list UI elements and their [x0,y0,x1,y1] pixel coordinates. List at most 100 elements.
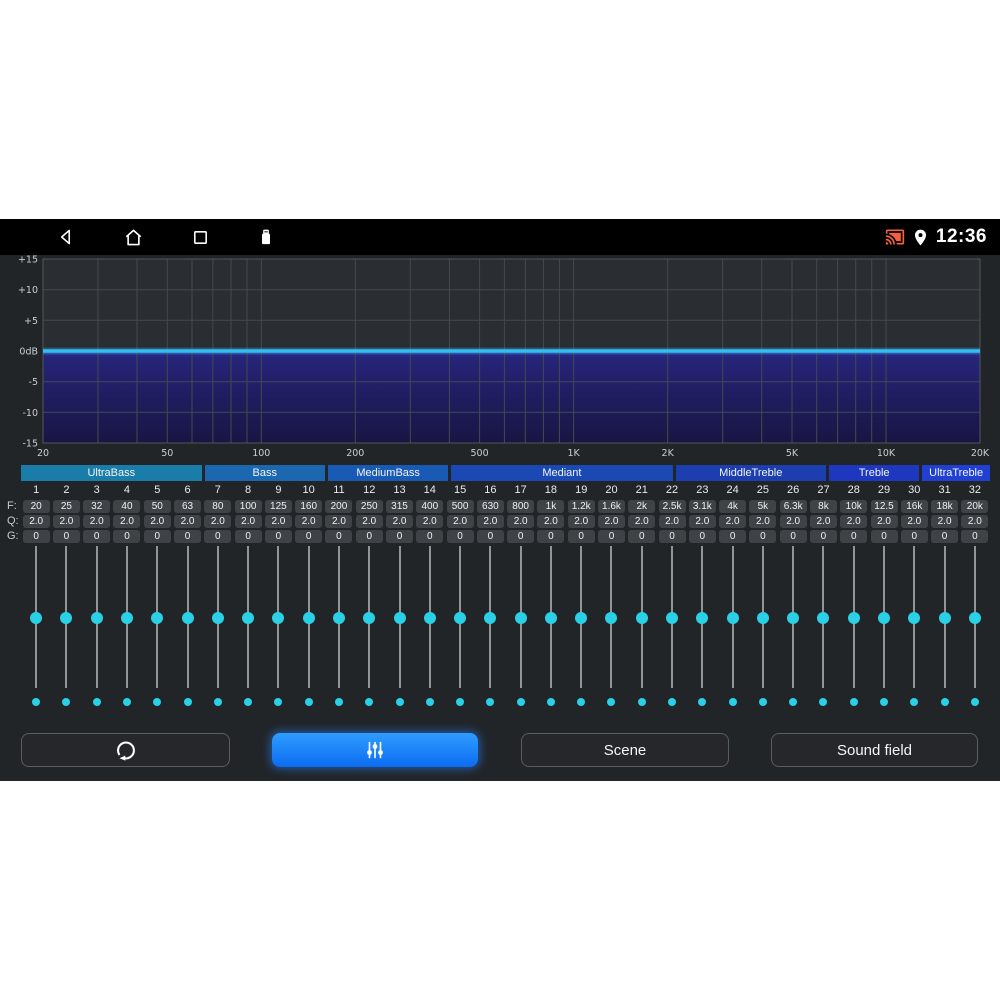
band-dot[interactable] [940,698,949,706]
slider-thumb[interactable] [332,612,345,624]
gain-slider[interactable] [536,546,566,688]
back-icon[interactable] [55,226,77,248]
gain-slider[interactable] [445,546,475,688]
band-dot[interactable] [365,698,374,706]
band-dot[interactable] [183,698,192,706]
band-dot[interactable] [92,698,101,706]
gain-slider[interactable] [596,546,626,688]
band-dot[interactable] [516,698,525,706]
gain-slider[interactable] [82,546,112,688]
gain-slider[interactable] [627,546,657,688]
gain-slider[interactable] [294,546,324,688]
band-dot[interactable] [425,698,434,706]
gain-slider[interactable] [778,546,808,688]
scene-button[interactable]: Scene [521,733,729,767]
gain-slider[interactable] [112,546,142,688]
gain-slider[interactable] [960,546,990,688]
gain-slider[interactable] [717,546,747,688]
band-dot[interactable] [668,698,677,706]
band-dot[interactable] [274,698,283,706]
slider-thumb[interactable] [847,612,860,624]
slider-thumb[interactable] [484,612,497,624]
gain-slider[interactable] [808,546,838,688]
slider-thumb[interactable] [605,612,618,624]
band-dot[interactable] [122,698,131,706]
band-dot[interactable] [819,698,828,706]
band-dot[interactable] [789,698,798,706]
slider-thumb[interactable] [120,612,133,624]
gain-slider[interactable] [415,546,445,688]
equalizer-tab-button[interactable] [272,733,478,767]
slider-thumb[interactable] [544,612,557,624]
slider-thumb[interactable] [60,612,73,624]
gain-slider[interactable] [354,546,384,688]
gain-slider[interactable] [899,546,929,688]
slider-thumb[interactable] [423,612,436,624]
band-dot[interactable] [728,698,737,706]
gain-slider[interactable] [687,546,717,688]
gain-slider[interactable] [51,546,81,688]
band-dot[interactable] [334,698,343,706]
band-dot[interactable] [213,698,222,706]
band-dot[interactable] [395,698,404,706]
gain-slider[interactable] [566,546,596,688]
slider-thumb[interactable] [151,612,164,624]
band-dot[interactable] [849,698,858,706]
slider-thumb[interactable] [272,612,285,624]
gain-slider[interactable] [324,546,354,688]
band-dot[interactable] [970,698,979,706]
home-icon[interactable] [122,226,145,249]
slider-thumb[interactable] [302,612,315,624]
slider-thumb[interactable] [817,612,830,624]
slider-thumb[interactable] [90,612,103,624]
band-dot[interactable] [32,698,41,706]
band-dot[interactable] [153,698,162,706]
gain-slider[interactable] [929,546,959,688]
reset-button[interactable] [21,733,230,767]
band-dot[interactable] [577,698,586,706]
slider-thumb[interactable] [514,612,527,624]
sound-field-button[interactable]: Sound field [771,733,978,767]
band-dot[interactable] [607,698,616,706]
slider-thumb[interactable] [575,612,588,624]
band-dot[interactable] [758,698,767,706]
slider-thumb[interactable] [454,612,467,624]
gain-slider[interactable] [506,546,536,688]
band-dot[interactable] [637,698,646,706]
gain-slider[interactable] [869,546,899,688]
gain-slider[interactable] [172,546,202,688]
band-dot[interactable] [304,698,313,706]
slider-thumb[interactable] [938,612,951,624]
gain-slider[interactable] [142,546,172,688]
gain-slider[interactable] [203,546,233,688]
band-dot[interactable] [456,698,465,706]
band-dot[interactable] [244,698,253,706]
gain-slider[interactable] [233,546,263,688]
gain-slider[interactable] [839,546,869,688]
slider-thumb[interactable] [756,612,769,624]
gain-slider[interactable] [21,546,51,688]
slider-thumb[interactable] [211,612,224,624]
slider-thumb[interactable] [908,612,921,624]
gain-slider[interactable] [748,546,778,688]
gain-slider[interactable] [263,546,293,688]
slider-thumb[interactable] [30,612,43,624]
band-dot[interactable] [910,698,919,706]
band-dot[interactable] [546,698,555,706]
band-dot[interactable] [880,698,889,706]
slider-thumb[interactable] [635,612,648,624]
slider-thumb[interactable] [726,612,739,624]
gain-slider[interactable] [384,546,414,688]
slider-thumb[interactable] [242,612,255,624]
gain-slider[interactable] [657,546,687,688]
slider-thumb[interactable] [968,612,981,624]
recents-icon[interactable] [190,227,211,248]
band-dot[interactable] [698,698,707,706]
slider-thumb[interactable] [393,612,406,624]
slider-thumb[interactable] [787,612,800,624]
slider-thumb[interactable] [666,612,679,624]
band-dot[interactable] [486,698,495,706]
slider-thumb[interactable] [878,612,891,624]
band-dot[interactable] [62,698,71,706]
slider-thumb[interactable] [696,612,709,624]
